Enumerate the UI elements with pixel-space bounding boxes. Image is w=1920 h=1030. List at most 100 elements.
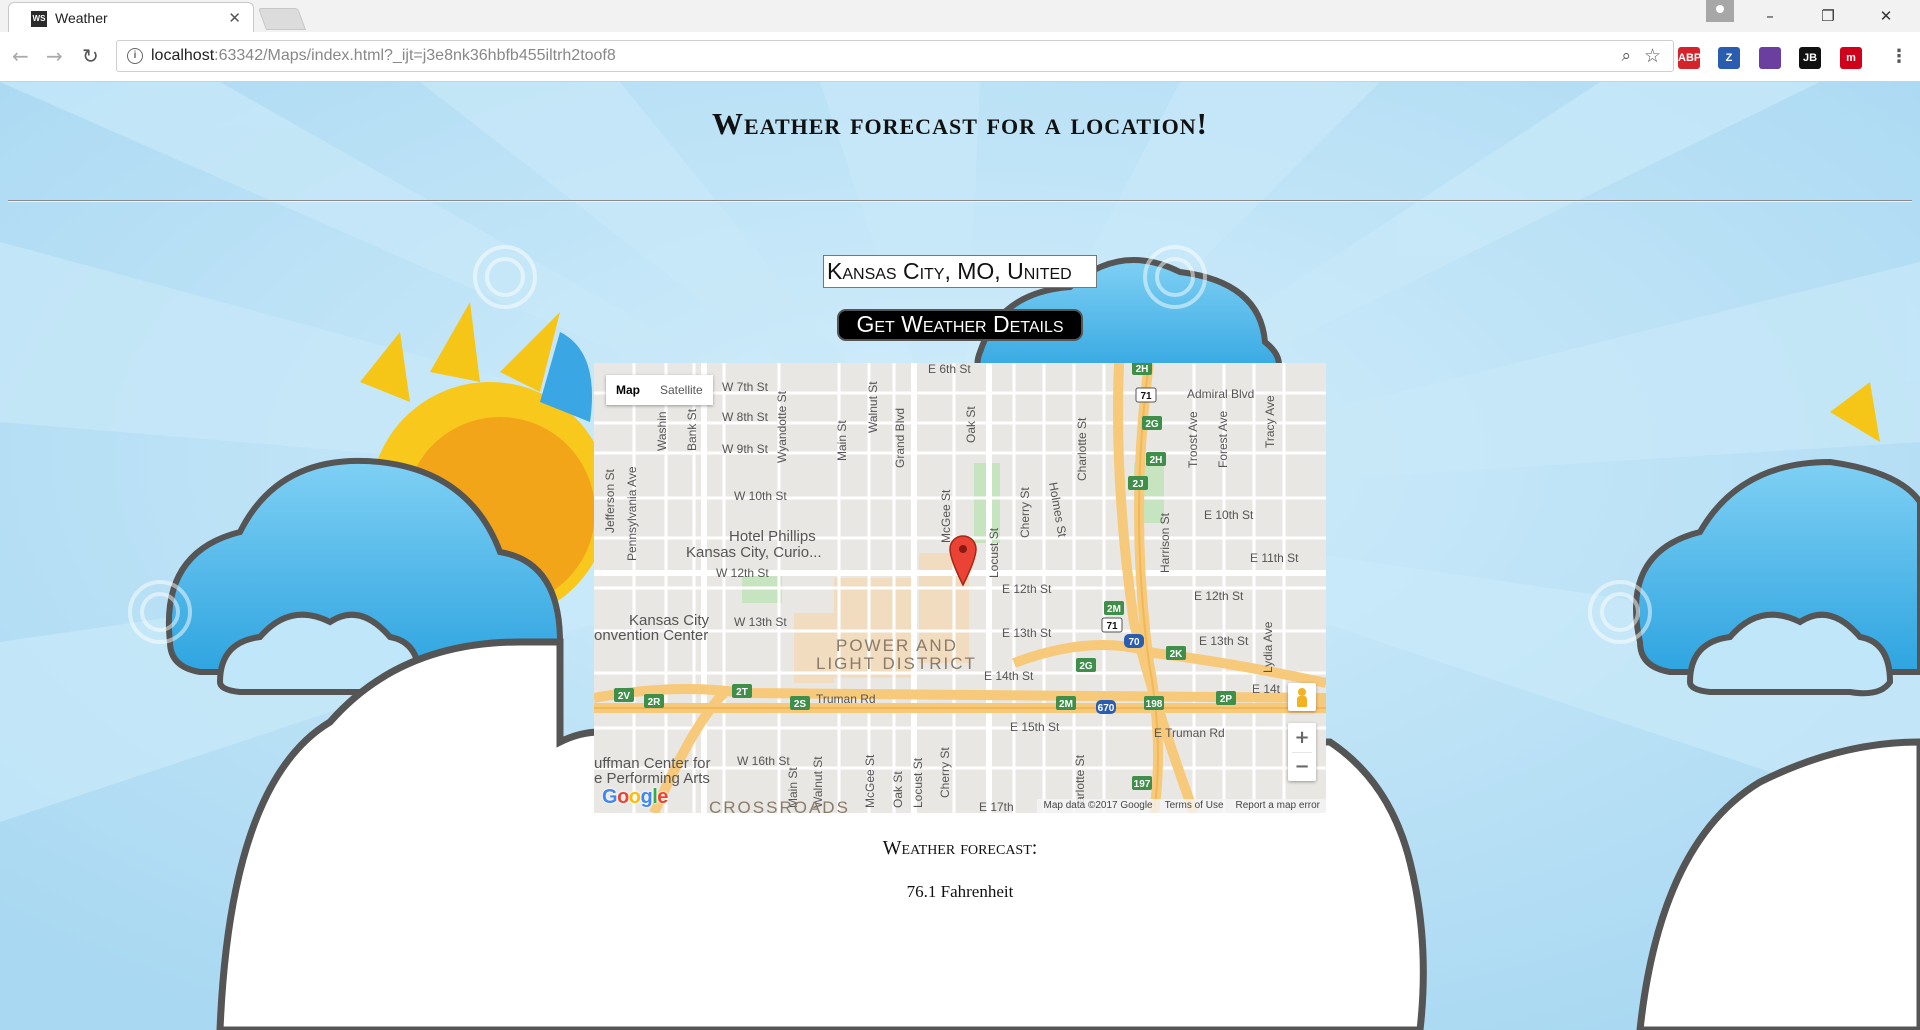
get-weather-button[interactable]: Get Weather Details <box>837 309 1083 341</box>
divider <box>8 200 1912 202</box>
svg-text:2H: 2H <box>1150 455 1163 466</box>
map-type-satellite-button[interactable]: Satellite <box>650 375 713 405</box>
tab-close-icon[interactable]: ✕ <box>228 9 241 27</box>
map[interactable]: E 6th St W 7th St W 8th St W 9th St W 10… <box>594 363 1326 813</box>
map-label: Admiral Blvd <box>1187 387 1254 401</box>
svg-text:2M: 2M <box>1059 699 1073 710</box>
browser-tab[interactable]: WS Weather ✕ <box>8 2 254 32</box>
forecast-value: 76.1 Fahrenheit <box>906 882 1014 901</box>
address-bar[interactable]: i localhost:63342/Maps/index.html?_ijt=j… <box>116 40 1674 72</box>
report-map-error-link[interactable]: Report a map error <box>1230 799 1326 813</box>
map-label: Bank St <box>685 408 699 451</box>
close-window-icon[interactable]: ✕ <box>1862 4 1910 28</box>
map-label: Washin <box>655 411 669 451</box>
map-label: E 13th St <box>1002 626 1052 640</box>
map-label: Charlotte St <box>1075 417 1089 481</box>
map-poi-label: onvention Center <box>594 627 708 644</box>
map-label: W 13th St <box>734 615 787 629</box>
highway-shield: 2S <box>790 696 810 710</box>
map-label: W 16th St <box>737 754 790 768</box>
svg-text:2K: 2K <box>1170 649 1184 660</box>
map-canvas[interactable]: E 6th St W 7th St W 8th St W 9th St W 10… <box>594 363 1326 813</box>
map-type-control: Map Satellite <box>606 375 713 405</box>
highway-shield: 2G <box>1142 416 1162 430</box>
reload-icon[interactable]: ↻ <box>82 44 99 68</box>
svg-text:71: 71 <box>1106 621 1118 632</box>
zoom-icon[interactable]: ⌕ <box>1621 46 1631 66</box>
map-label: Lydia Ave <box>1261 621 1275 673</box>
map-type-map-button[interactable]: Map <box>606 375 650 405</box>
page-content: Weather forecast for a location! Kansas … <box>0 82 1920 1030</box>
bookmark-star-icon[interactable]: ☆ <box>1644 45 1661 67</box>
map-label: E 6th St <box>928 363 971 376</box>
page-title: Weather forecast for a location! <box>712 106 1208 141</box>
highway-shield: 2T <box>732 684 752 698</box>
highway-shield: 2H <box>1132 363 1152 375</box>
location-input[interactable]: Kansas City, MO, United <box>823 255 1097 288</box>
bookmark-extension-icon[interactable] <box>1759 47 1781 69</box>
forward-icon[interactable]: → <box>46 44 63 68</box>
map-poi-label: Kansas City, Curio... <box>686 544 822 561</box>
map-poi-label: e Performing Arts <box>594 770 710 787</box>
map-label: E 13th St <box>1199 634 1249 648</box>
svg-text:70: 70 <box>1128 637 1140 648</box>
google-logo: Google <box>602 786 668 808</box>
highway-shield: 2P <box>1216 691 1236 705</box>
highway-shield: 2R <box>644 694 664 708</box>
info-icon[interactable]: i <box>127 48 143 64</box>
map-label: E 12th St <box>1002 582 1052 596</box>
map-label: Cherry St <box>1018 487 1032 538</box>
map-label: Truman Rd <box>816 692 876 706</box>
highway-shield: 71 <box>1135 387 1157 403</box>
svg-text:197: 197 <box>1134 779 1151 790</box>
tab-strip: WS Weather ✕ – ❐ ✕ <box>0 0 1920 32</box>
map-label: W 8th St <box>722 410 769 424</box>
map-label: Tracy Ave <box>1263 395 1277 448</box>
map-label: Main St <box>835 420 849 461</box>
map-label: Jefferson St <box>603 469 617 533</box>
zoom-in-button[interactable]: + <box>1288 723 1316 752</box>
minimize-icon[interactable]: – <box>1746 4 1794 28</box>
highway-shield: 2M <box>1104 601 1124 615</box>
back-icon[interactable]: ← <box>12 44 29 68</box>
map-label: Wyandotte St <box>775 390 789 463</box>
map-label: Locust St <box>911 757 925 808</box>
map-label: E 15th St <box>1010 720 1060 734</box>
map-poi-label: Hotel Phillips <box>729 528 816 545</box>
svg-text:2R: 2R <box>648 697 662 708</box>
highway-shield: 2M <box>1056 696 1076 710</box>
restore-icon[interactable]: ❐ <box>1804 4 1852 28</box>
highway-shield: 198 <box>1144 696 1164 710</box>
highway-shield: 197 <box>1132 776 1152 790</box>
svg-text:198: 198 <box>1146 699 1163 710</box>
new-tab-button[interactable] <box>257 8 307 30</box>
profile-icon[interactable] <box>1706 0 1734 22</box>
svg-text:2S: 2S <box>794 699 807 710</box>
highway-shield: 70 <box>1124 634 1144 648</box>
svg-text:2V: 2V <box>618 691 631 702</box>
street-view-pegman-icon[interactable] <box>1288 683 1316 711</box>
map-label: E 14t <box>1252 682 1281 696</box>
svg-text:2H: 2H <box>1136 364 1149 375</box>
highway-shield: 71 <box>1101 617 1123 633</box>
terms-of-use-link[interactable]: Terms of Use <box>1159 799 1230 813</box>
webstorm-icon: WS <box>31 11 47 27</box>
map-label: E 14th St <box>984 669 1034 683</box>
m-extension-icon[interactable]: m <box>1840 47 1862 69</box>
map-label: Oak St <box>891 771 905 808</box>
map-footer: Map data ©2017 Google Terms of Use Repor… <box>1037 799 1326 813</box>
jetbrains-icon[interactable]: JB <box>1799 47 1821 69</box>
svg-text:2G: 2G <box>1145 419 1159 430</box>
svg-text:71: 71 <box>1140 391 1152 402</box>
map-label: W 9th St <box>722 442 769 456</box>
map-label: Grand Blvd <box>893 408 907 468</box>
highway-shield: 2G <box>1076 658 1096 672</box>
zoom-out-button[interactable]: − <box>1288 752 1316 781</box>
adblock-plus-icon[interactable]: ABP <box>1678 47 1701 69</box>
browser-toolbar: ← → ↻ i localhost:63342/Maps/index.html?… <box>0 32 1920 82</box>
map-label: Locust St <box>987 527 1001 578</box>
zotero-icon[interactable]: Z <box>1718 47 1740 69</box>
browser-menu-icon[interactable]: ⋮ <box>1890 46 1908 67</box>
highway-shield: 2J <box>1128 476 1148 490</box>
svg-text:670: 670 <box>1098 703 1115 714</box>
